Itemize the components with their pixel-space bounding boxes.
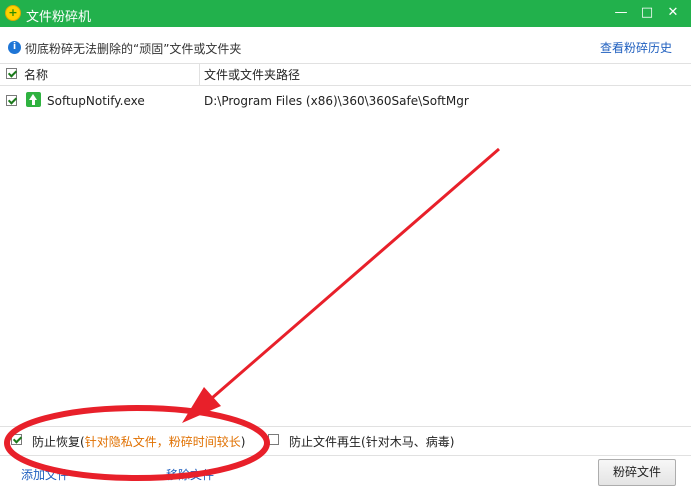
annotation-arrow-shaft bbox=[211, 147, 500, 400]
annotation-ellipse bbox=[4, 405, 270, 481]
annotation-overlay bbox=[4, 147, 500, 481]
